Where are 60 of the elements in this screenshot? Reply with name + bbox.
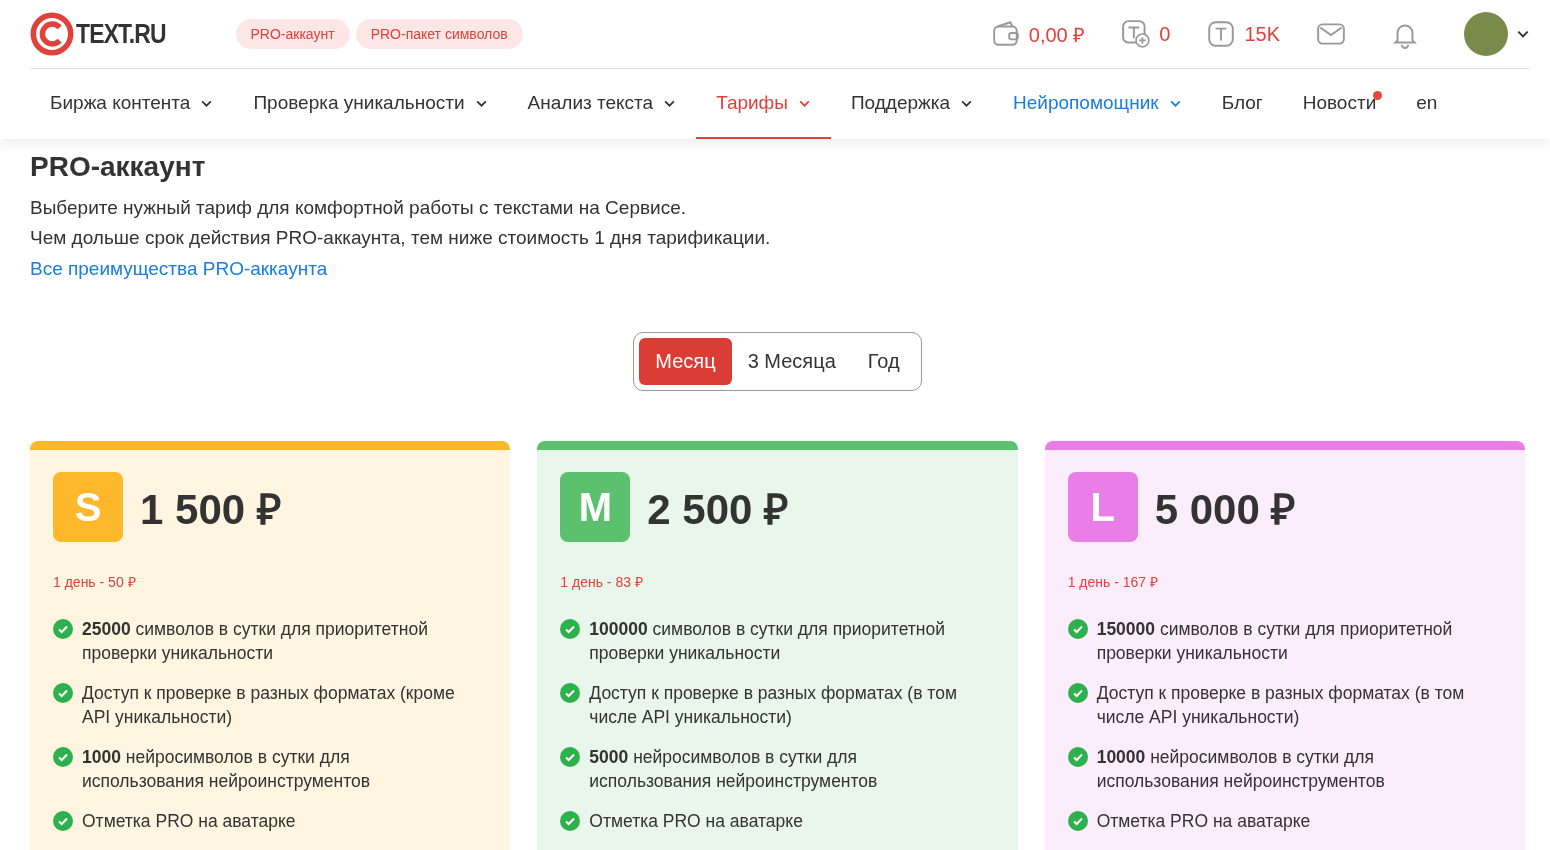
description-text: Выберите нужный тариф для комфортной работы с текстами на Сервисе. <box>30 196 687 220</box>
token-plus-icon <box>1121 19 1152 49</box>
copyright-icon <box>30 12 74 56</box>
description-text: Чем дольше срок действия PRO-аккаунта, тем ниже стоимость 1 дня тарификации. <box>30 226 772 250</box>
price-per-day: 1 день - 50 ₽ <box>53 572 489 591</box>
wallet-icon <box>990 19 1021 49</box>
check-icon <box>53 747 73 767</box>
feature-text: Доступ к проверке в разных форматах (в том числе API уникальности) <box>589 682 958 729</box>
page-title: PRO-аккаунт <box>30 151 207 183</box>
plan-price: 2 500 ₽ <box>647 484 789 535</box>
pro-link[interactable]: PRO-пакет символов <box>355 19 523 49</box>
nav-tab[interactable]: Блог <box>1201 69 1283 139</box>
token-icon <box>1206 19 1237 49</box>
balance-link[interactable]: 0 <box>1121 19 1171 49</box>
check-icon <box>1067 683 1088 703</box>
logo[interactable]: TEXT.RU <box>30 12 182 56</box>
check-icon <box>1067 811 1088 831</box>
price-per-day: 1 день - 83 ₽ <box>560 572 996 591</box>
nav-tab[interactable]: Анализ текста <box>507 69 697 139</box>
nav-tab[interactable]: Нейропомощник <box>993 69 1202 139</box>
feature-text: 5000 нейросимволов в сутки для использования нейроинструментов <box>589 746 879 793</box>
feature-text: 150000 символов в сутки для приоритетной проверки уникальности <box>1096 618 1454 665</box>
plan-letter: S <box>53 472 123 542</box>
feature-text: 1000 нейросимволов в сутки для использования нейроинструментов <box>82 746 372 793</box>
plan-price: 1 500 ₽ <box>140 484 281 535</box>
plan-letter: M <box>560 472 631 542</box>
check-icon <box>53 683 73 703</box>
feature-text: Отметка PRO на аватарке <box>82 810 296 833</box>
plan-letter: L <box>1067 472 1138 542</box>
check-icon <box>53 619 73 639</box>
check-icon <box>560 683 581 703</box>
check-icon <box>1067 619 1088 639</box>
nav-tab[interactable]: Поддержка <box>830 69 994 139</box>
balance-link[interactable]: 15K <box>1206 19 1280 49</box>
price-per-day: 1 день - 167 ₽ <box>1067 572 1503 591</box>
period-tab[interactable]: Месяц <box>639 338 732 385</box>
benefits-link[interactable]: Все преимущества PRO-аккаунта <box>30 258 328 280</box>
nav-tab[interactable]: Проверка уникальности <box>233 69 508 139</box>
feature-text: 10000 нейросимволов в сутки для использования нейроинструментов <box>1096 746 1386 793</box>
balance-link[interactable]: 0,00 ₽ <box>990 19 1086 49</box>
feature-text: 25000 символов в сутки для приоритетной проверки уникальности <box>82 618 429 665</box>
feature-text: Отметка PRO на аватарке <box>1096 810 1311 833</box>
period-tab[interactable]: Год <box>851 338 916 385</box>
feature-text: Доступ к проверке в разных форматах (кроме API уникальности) <box>82 682 456 729</box>
feature-text: Отметка PRO на аватарке <box>589 810 803 833</box>
feature-text: 100000 символов в сутки для приоритетной проверки уникальности <box>589 618 946 665</box>
pro-link[interactable]: PRO-аккаунт <box>235 19 350 49</box>
check-icon <box>1067 747 1088 767</box>
check-icon <box>560 747 581 767</box>
check-icon <box>560 619 581 639</box>
check-icon <box>560 811 581 831</box>
nav-tab[interactable]: Биржа контента <box>30 69 234 139</box>
plan-price: 5 000 ₽ <box>1154 484 1296 535</box>
period-tab[interactable]: 3 Месяца <box>731 338 852 385</box>
nav-tab[interactable]: Тарифы <box>696 69 831 139</box>
nav-tab[interactable]: Новости <box>1282 69 1397 139</box>
feature-text: Доступ к проверке в разных форматах (в том числе API уникальности) <box>1096 682 1466 729</box>
avatar[interactable] <box>1464 12 1508 56</box>
check-icon <box>53 811 73 831</box>
nav-tab[interactable]: en <box>1396 69 1458 139</box>
